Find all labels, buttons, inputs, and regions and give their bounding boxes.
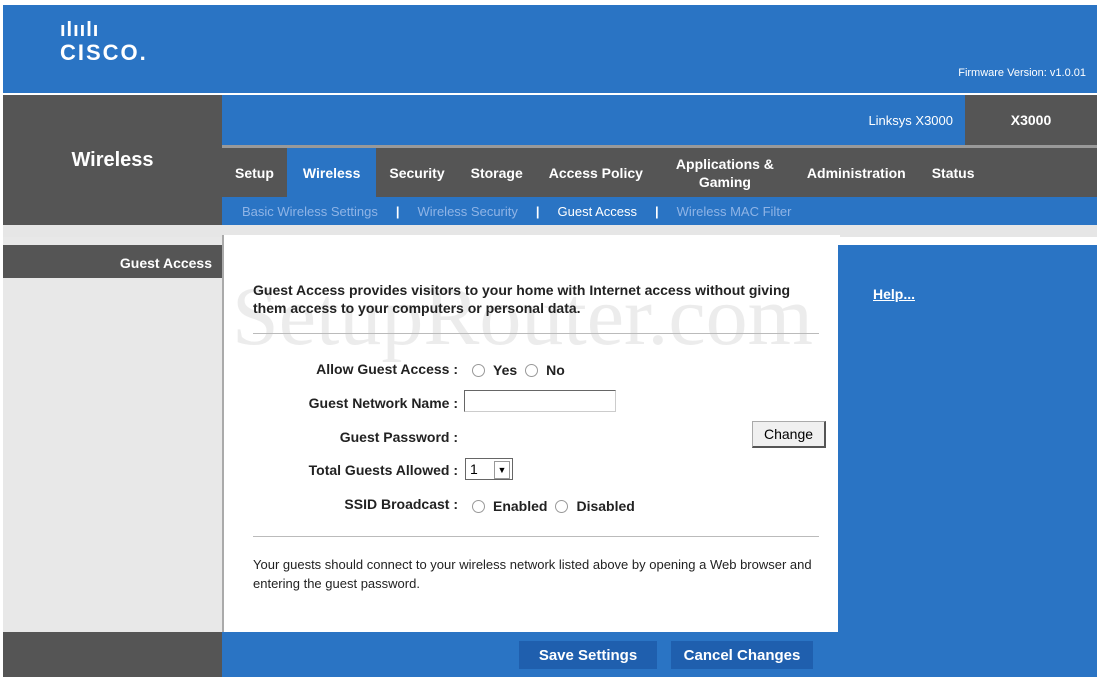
tab-storage[interactable]: Storage [458,148,536,197]
footer-left [3,632,222,677]
ssid-broadcast-label: SSID Broadcast : [344,496,458,512]
guest-network-name-input[interactable] [464,390,616,412]
total-guests-select[interactable]: 1 ▼ [465,458,513,480]
subtab-basic-wireless-settings[interactable]: Basic Wireless Settings [242,204,378,219]
tab-security[interactable]: Security [376,148,457,197]
allow-guest-access-label: Allow Guest Access : [316,361,458,377]
section-title: Wireless [3,95,222,225]
tab-wireless[interactable]: Wireless [286,148,377,197]
sub-tabs: Basic Wireless Settings | Wireless Securi… [222,197,1097,225]
allow-no-radio[interactable] [525,363,539,377]
main-tabs: Setup Wireless Security Storage Access P… [222,145,1097,197]
sidebar-item-guest-access: Guest Access [3,245,222,278]
subtab-guest-access[interactable]: Guest Access [558,204,637,219]
ssid-enabled-radio[interactable] [472,499,485,513]
tab-setup[interactable]: Setup [222,148,287,197]
save-settings-button[interactable]: Save Settings [519,641,657,669]
intro-text: Guest Access provides visitors to your h… [253,282,791,316]
ssid-disabled-radio[interactable] [555,499,569,513]
subtab-wireless-mac-filter[interactable]: Wireless MAC Filter [677,204,792,219]
subtab-wireless-security[interactable]: Wireless Security [417,204,517,219]
tab-administration[interactable]: Administration [794,148,919,197]
total-guests-label: Total Guests Allowed : [308,462,458,478]
cancel-changes-button[interactable]: Cancel Changes [671,641,813,669]
tab-applications-gaming[interactable]: Applications & Gaming [656,148,794,197]
yes-label: Yes [493,362,518,378]
allow-yes-radio[interactable] [472,363,485,377]
model-bar: Linksys X3000 [222,95,965,145]
help-panel [838,245,1097,677]
enabled-label: Enabled [493,498,548,514]
logo-text: CISCO. [60,40,148,65]
separator: | [535,203,540,219]
guest-password-label: Guest Password : [339,429,458,445]
separator: | [395,203,400,219]
model-box: X3000 [965,95,1097,145]
no-label: No [546,362,565,378]
disabled-label: Disabled [576,498,635,514]
separator: | [655,203,659,219]
guest-note: Your guests should connect to your wirel… [253,557,812,591]
selected-value: 1 [470,461,478,477]
tab-access-policy[interactable]: Access Policy [536,148,656,197]
firmware-version: Firmware Version: v1.0.01 [958,67,1086,79]
change-password-button[interactable]: Change [752,421,826,448]
logo-bars: ılıılı [60,19,100,41]
guest-network-name-label: Guest Network Name : [308,395,458,411]
divider [253,536,819,537]
tab-status[interactable]: Status [919,148,988,197]
left-column [3,237,222,632]
divider [253,333,819,334]
chevron-down-icon: ▼ [494,461,510,479]
cisco-logo: ılıılı CISCO. [60,20,148,66]
top-banner [3,5,1097,93]
help-link[interactable]: Help... [873,286,915,302]
model-name: Linksys X3000 [868,113,953,128]
